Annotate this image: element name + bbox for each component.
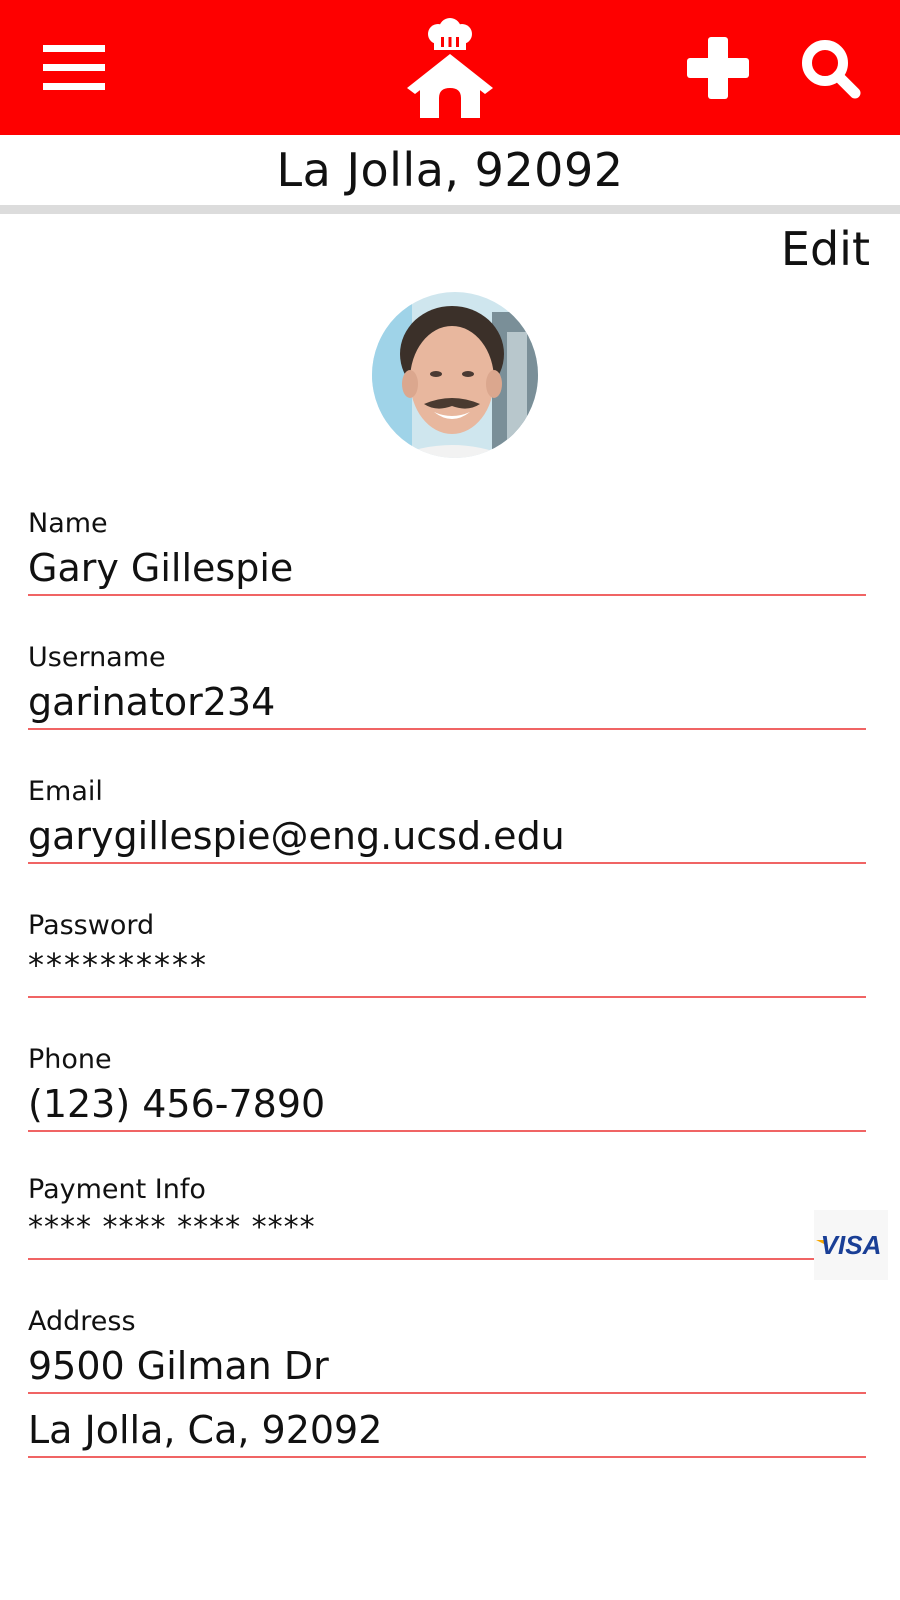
email-label: Email [28,776,103,807]
address-line2-underline [28,1456,866,1458]
payment-value[interactable]: **** **** **** **** [28,1210,316,1245]
password-underline [28,996,866,998]
top-nav-bar [0,0,900,135]
address-line2[interactable]: La Jolla, Ca, 92092 [28,1408,382,1452]
username-field[interactable]: Username garinator234 [28,634,866,734]
edit-button[interactable]: Edit [781,222,870,276]
payment-underline [28,1258,866,1260]
visa-text: VISA [821,1230,882,1260]
address-label: Address [28,1306,136,1337]
phone-underline [28,1130,866,1132]
username-label: Username [28,642,166,673]
username-value[interactable]: garinator234 [28,680,275,724]
password-value[interactable]: ********** [28,946,208,984]
address-line1[interactable]: 9500 Gilman Dr [28,1344,329,1388]
avatar [372,292,538,458]
plus-icon[interactable] [680,32,756,104]
phone-label: Phone [28,1044,112,1075]
payment-label: Payment Info [28,1174,206,1205]
location-title: La Jolla, 92092 [0,135,900,205]
visa-logo: VISA [814,1210,888,1280]
name-field[interactable]: Name Gary Gillespie [28,500,866,600]
name-label: Name [28,508,108,539]
password-field[interactable]: Password ********** [28,902,866,1002]
username-underline [28,728,866,730]
name-underline [28,594,866,596]
phone-value[interactable]: (123) 456-7890 [28,1082,325,1126]
search-icon[interactable] [792,32,868,104]
profile-screen: La Jolla, 92092 Edit Name Gary Gillespie… [0,0,900,1600]
address-field[interactable]: Address 9500 Gilman Dr La Jolla, Ca, 920… [28,1298,866,1468]
email-value[interactable]: garygillespie@eng.ucsd.edu [28,814,565,858]
password-label: Password [28,910,155,941]
address-line1-underline [28,1392,866,1394]
phone-field[interactable]: Phone (123) 456-7890 [28,1036,866,1136]
email-underline [28,862,866,864]
name-value[interactable]: Gary Gillespie [28,546,293,590]
email-field[interactable]: Email garygillespie@eng.ucsd.edu [28,768,866,868]
chef-house-icon[interactable] [395,12,505,124]
hamburger-menu-icon[interactable] [30,30,118,106]
location-divider [0,205,900,214]
payment-field[interactable]: Payment Info **** **** **** **** [28,1166,866,1266]
